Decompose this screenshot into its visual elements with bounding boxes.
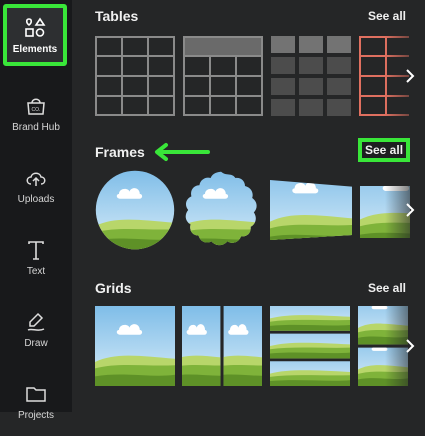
section-title-frames: Frames	[95, 144, 145, 160]
table-template-header[interactable]	[183, 36, 263, 116]
elements-panel: Tables See all Frames See all Grids See …	[72, 0, 425, 412]
sidebar-item-label: Text	[26, 266, 46, 277]
grid-template-single[interactable]	[95, 306, 175, 386]
text-icon	[28, 241, 44, 260]
grid-template-three-rows[interactable]	[270, 306, 350, 386]
frames-next-button[interactable]	[399, 186, 421, 234]
frame-template-perspective[interactable]	[270, 180, 352, 240]
brand-hub-icon: CO.	[27, 98, 45, 115]
see-all-frames-link[interactable]: See all	[358, 138, 411, 162]
section-title-tables: Tables	[95, 8, 139, 24]
draw-icon	[27, 312, 45, 331]
sidebar-item-text[interactable]: Text	[0, 228, 72, 292]
pointer-arrow-annotation	[155, 143, 210, 161]
chevron-right-icon	[406, 69, 415, 83]
sidebar-item-label: Elements	[12, 44, 58, 55]
tables-next-button[interactable]	[399, 52, 421, 100]
section-title-grids: Grids	[95, 280, 132, 296]
folder-icon	[26, 387, 46, 402]
svg-text:CO.: CO.	[32, 107, 41, 113]
grids-next-button[interactable]	[399, 322, 421, 370]
elements-icon	[25, 17, 46, 37]
sidebar-item-label: Brand Hub	[12, 122, 60, 133]
table-template-filled[interactable]	[271, 36, 351, 116]
sidebar-item-label: Uploads	[17, 194, 55, 205]
upload-cloud-icon	[26, 172, 46, 186]
sidebar-item-draw[interactable]: Draw	[0, 300, 72, 364]
frame-template-scalloped[interactable]	[181, 170, 261, 250]
grid-template-two-columns[interactable]	[182, 306, 262, 386]
sidebar-item-elements[interactable]: Elements	[3, 4, 67, 66]
sidebar: Elements CO. Brand Hub Uploads Text Draw	[0, 0, 72, 421]
sidebar-item-brand-hub[interactable]: CO. Brand Hub	[0, 84, 72, 148]
table-template-basic[interactable]	[95, 36, 175, 116]
chevron-right-icon	[406, 339, 415, 353]
see-all-grids-link[interactable]: See all	[368, 281, 406, 295]
sidebar-item-projects[interactable]: Projects	[0, 372, 72, 436]
see-all-tables-link[interactable]: See all	[368, 9, 406, 23]
sidebar-item-label: Draw	[24, 338, 48, 349]
frame-template-circle[interactable]	[95, 170, 175, 250]
sidebar-item-uploads[interactable]: Uploads	[0, 156, 72, 220]
chevron-right-icon	[406, 203, 415, 217]
